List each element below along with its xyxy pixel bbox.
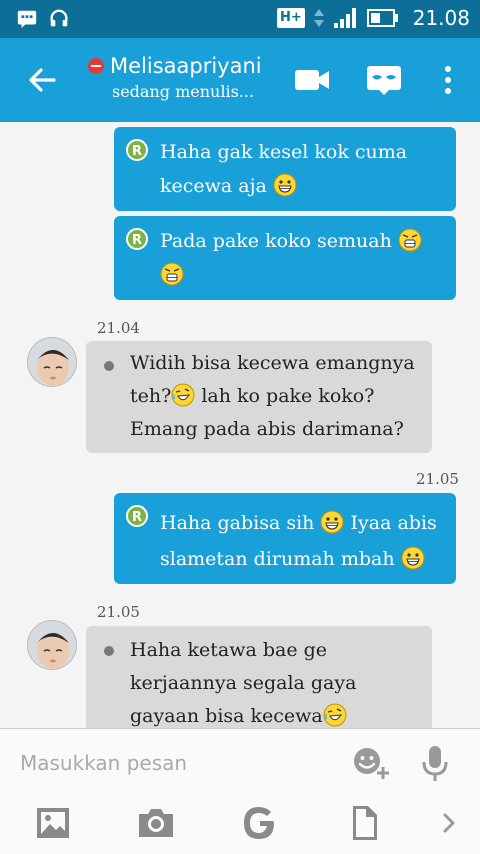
- signal-icon: [333, 8, 356, 28]
- message-line: kerjaannya segala gaya: [130, 672, 357, 694]
- read-receipt-badge: R: [126, 139, 148, 161]
- message-text: Haha gak kesel kok cuma kecewa aja: [160, 135, 446, 203]
- busy-status-icon: [88, 58, 104, 74]
- contact-info[interactable]: Melisaapriyani sedang menulis...: [88, 54, 262, 101]
- laugh-emoji-icon: [323, 703, 347, 727]
- message-line: Emang pada abis darimana?: [130, 418, 404, 440]
- mask-icon[interactable]: [364, 62, 404, 98]
- message-composer: [0, 728, 480, 854]
- message-timestamp: 21.05: [97, 603, 140, 621]
- message-text: Pada pake koko semuah: [160, 224, 446, 292]
- outgoing-message[interactable]: R Haha gak kesel kok cuma kecewa aja: [114, 127, 456, 211]
- outgoing-message[interactable]: R Pada pake koko semuah: [114, 216, 456, 300]
- message-line: kecewa aja: [160, 175, 267, 197]
- message-text: Widih bisa kecewa emangnya teh? lah ko p…: [130, 347, 422, 446]
- emoji-add-icon[interactable]: [350, 743, 390, 783]
- avatar[interactable]: [27, 620, 77, 670]
- headset-icon: [50, 9, 68, 27]
- message-line: Haha gak kesel kok cuma: [160, 141, 408, 163]
- message-timestamp: 21.04: [97, 319, 140, 337]
- shocked-emoji-icon: [160, 262, 184, 286]
- message-list[interactable]: R Haha gak kesel kok cuma kecewa aja R P…: [0, 122, 480, 728]
- google-icon[interactable]: [240, 803, 280, 843]
- read-receipt-badge: R: [126, 505, 148, 527]
- app-bar: Melisaapriyani sedang menulis...: [0, 38, 480, 122]
- grin-emoji-icon: [401, 546, 425, 570]
- overflow-menu-icon[interactable]: [428, 62, 468, 98]
- network-type-badge: H+: [276, 8, 305, 28]
- message-line: Haha ketawa bae ge: [130, 639, 328, 661]
- avatar[interactable]: [27, 337, 77, 387]
- file-icon[interactable]: [344, 803, 384, 843]
- incoming-message[interactable]: Widih bisa kecewa emangnya teh? lah ko p…: [86, 341, 432, 453]
- image-icon[interactable]: [33, 803, 73, 843]
- message-timestamp: 21.05: [416, 470, 459, 488]
- message-line: slametan dirumah mbah: [160, 548, 395, 570]
- unread-dot-icon: [104, 361, 114, 371]
- camera-icon[interactable]: [136, 803, 176, 843]
- message-text: Haha gabisa sih Iyaa abis slametan dirum…: [160, 505, 446, 577]
- message-line: teh?: [130, 385, 172, 407]
- outgoing-message[interactable]: R Haha gabisa sih Iyaa abis slametan dir…: [114, 493, 456, 584]
- read-receipt-badge: R: [126, 228, 148, 250]
- message-line: gayaan bisa kecewa: [130, 705, 323, 727]
- laugh-emoji-icon: [171, 383, 195, 407]
- grin-emoji-icon: [320, 510, 344, 534]
- chevron-right-icon[interactable]: [430, 803, 470, 843]
- message-text: Haha ketawa bae ge kerjaannya segala gay…: [130, 634, 422, 728]
- message-input[interactable]: [20, 743, 320, 783]
- clock: 21.08: [412, 6, 470, 30]
- contact-status: sedang menulis...: [112, 82, 255, 101]
- message-line: lah ko pake koko?: [201, 385, 375, 407]
- back-arrow-icon[interactable]: [24, 62, 60, 98]
- bbm-chat-icon: [17, 10, 37, 29]
- video-call-icon[interactable]: [292, 62, 332, 98]
- message-line: Widih bisa kecewa emangnya: [130, 352, 415, 374]
- shocked-emoji-icon: [398, 228, 422, 252]
- incoming-message[interactable]: Haha ketawa bae ge kerjaannya segala gay…: [86, 626, 432, 728]
- message-line: Pada pake koko semuah: [160, 230, 392, 252]
- grin-emoji-icon: [273, 173, 297, 197]
- microphone-icon[interactable]: [415, 743, 455, 783]
- status-bar: H+ 21.08: [0, 0, 480, 38]
- message-line: Iyaa abis: [350, 512, 437, 534]
- battery-icon: [366, 9, 398, 27]
- contact-name: Melisaapriyani: [110, 54, 262, 78]
- data-arrows-icon: [313, 9, 324, 27]
- unread-dot-icon: [104, 646, 114, 656]
- message-line: Haha gabisa sih: [160, 512, 315, 534]
